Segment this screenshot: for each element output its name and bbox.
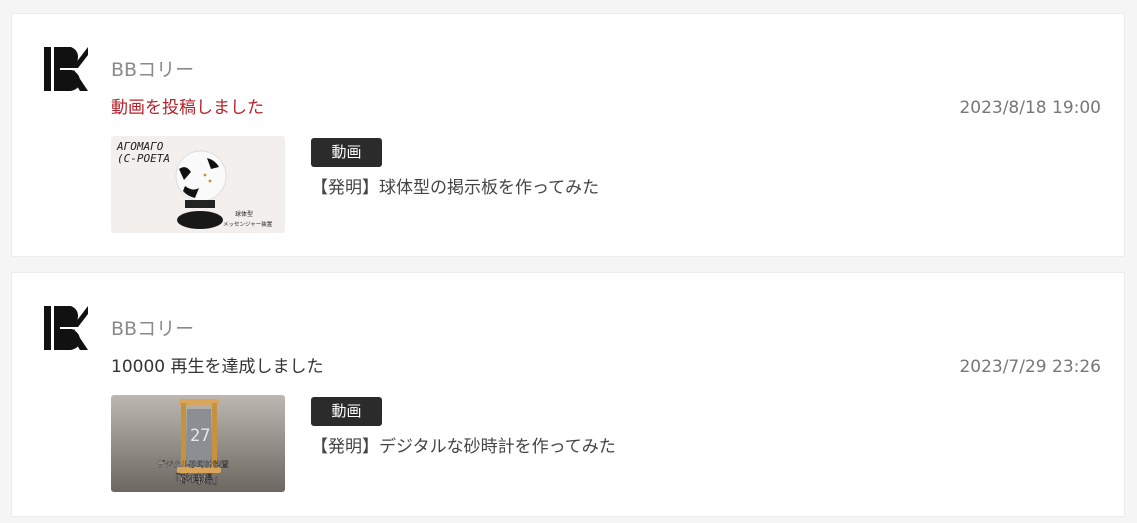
video-thumbnail[interactable]: AГOMAГO (C-POETA 球体型 メッセンジャー装置 bbox=[111, 136, 285, 233]
channel-name[interactable]: BBコリー bbox=[111, 317, 194, 341]
video-title-link[interactable]: 【発明】球体型の掲示板を作ってみた bbox=[311, 176, 599, 200]
thumb-caption-2: メッセンジャー装置 bbox=[223, 220, 273, 228]
timestamp: 2023/7/29 23:26 bbox=[959, 357, 1101, 377]
thumb-caption-2: 「砂時場」 bbox=[169, 473, 224, 486]
video-title-link[interactable]: 【発明】デジタルな砂時計を作ってみた bbox=[311, 435, 616, 459]
thumb-display-digits: 27 bbox=[190, 426, 210, 446]
content-type-badge: 動画 bbox=[311, 397, 382, 426]
activity-text: 10000 再生を達成しました bbox=[111, 357, 324, 377]
thumb-caption-1: デジタル砂時計装置 bbox=[157, 459, 229, 469]
feed-card: BBコリー 10000 再生を達成しました 2023/7/29 23:26 27… bbox=[11, 272, 1125, 517]
channel-logo-icon[interactable] bbox=[44, 47, 88, 91]
timestamp: 2023/8/18 19:00 bbox=[959, 98, 1101, 118]
feed-card: BBコリー 動画を投稿しました 2023/8/18 19:00 AГOMAГO … bbox=[11, 13, 1125, 257]
thumb-text-line-2: (C-POETA bbox=[117, 152, 170, 165]
channel-name[interactable]: BBコリー bbox=[111, 58, 194, 82]
channel-logo-icon[interactable] bbox=[44, 306, 88, 350]
video-thumbnail[interactable]: 27 デジタル砂時計装置 「砂時場」 bbox=[111, 395, 285, 492]
content-type-badge: 動画 bbox=[311, 138, 382, 167]
thumb-caption-1: 球体型 bbox=[235, 210, 253, 218]
activity-text: 動画を投稿しました bbox=[111, 98, 264, 118]
